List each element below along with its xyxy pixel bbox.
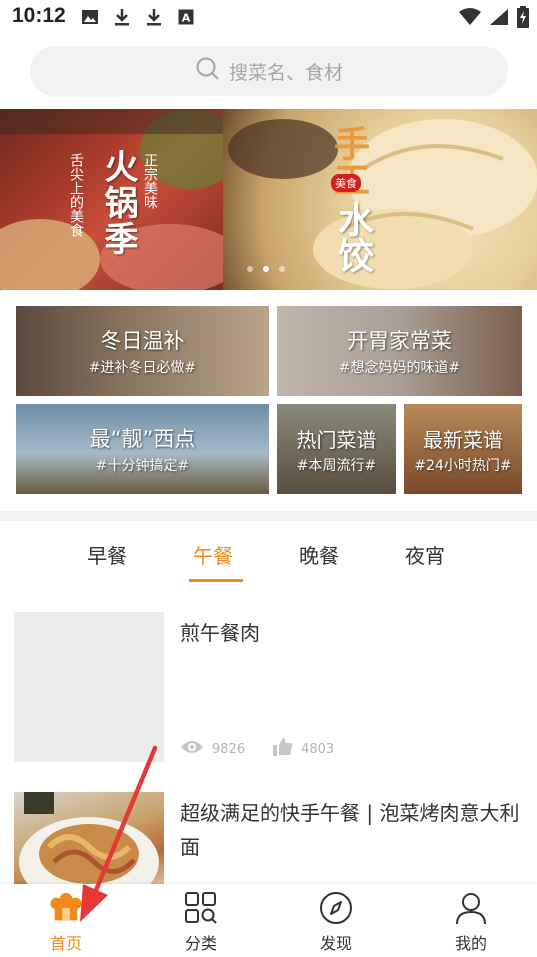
- carousel-dot[interactable]: [247, 266, 253, 272]
- meal-tabs: 早餐 午餐 晚餐 夜宵: [0, 522, 537, 584]
- eye-icon: [180, 739, 204, 759]
- nav-category[interactable]: 分类: [151, 884, 251, 957]
- dumpling-photo: [228, 119, 537, 289]
- tab-breakfast[interactable]: 早餐: [87, 540, 127, 569]
- category-title: 最新菜谱: [423, 427, 503, 452]
- home-chef-hat-icon: [48, 890, 84, 926]
- tab-dinner[interactable]: 晚餐: [299, 540, 339, 569]
- bottom-nav: 首页 分类 发现 我的: [0, 884, 537, 957]
- carousel-dots: [247, 266, 285, 272]
- category-subtitle: #24小时热门#: [414, 457, 512, 474]
- category-title: 开胃家常菜: [347, 329, 452, 353]
- category-title: 最“靓”西点: [89, 427, 196, 451]
- views-count: 9826: [212, 741, 246, 757]
- nav-home[interactable]: 首页: [16, 884, 116, 957]
- nav-label: 我的: [454, 934, 487, 953]
- nav-profile[interactable]: 我的: [421, 884, 521, 957]
- category-tile-winter-tonic[interactable]: 冬日温补 #进补冬日必做#: [16, 306, 269, 396]
- status-time: 10:12: [12, 4, 66, 27]
- download-icon: [144, 7, 164, 27]
- status-bar: 10:12 A: [0, 0, 537, 34]
- user-icon: [453, 890, 489, 926]
- category-subtitle: #本周流行#: [296, 457, 377, 474]
- nav-label: 发现: [319, 934, 352, 953]
- category-subtitle: #进补冬日必做#: [88, 360, 197, 376]
- search-placeholder: 搜菜名、食材: [228, 61, 343, 84]
- search-icon: [195, 56, 221, 86]
- download-icon: [112, 7, 132, 27]
- recipe-thumbnail: [14, 792, 164, 884]
- hotpot-slogan: 舌尖上的美食: [68, 153, 84, 237]
- search-bar[interactable]: 搜菜名、食材: [30, 46, 508, 96]
- dumpling-title-bottom: 水饺: [332, 201, 373, 273]
- recipe-list-item[interactable]: 煎午餐肉 9826 4803: [0, 612, 537, 762]
- compass-icon: [318, 890, 354, 926]
- tab-lunch[interactable]: 午餐: [193, 540, 233, 569]
- nav-label: 首页: [49, 934, 82, 953]
- signal-icon: [489, 8, 509, 30]
- pasta-photo: [19, 792, 159, 884]
- category-tile-western-pastry[interactable]: 最“靓”西点 #十分钟搞定#: [16, 404, 269, 494]
- category-subtitle: #十分钟搞定#: [95, 458, 190, 474]
- image-icon: [80, 7, 100, 27]
- wifi-icon: [459, 8, 481, 30]
- category-subtitle: #想念妈妈的味道#: [338, 360, 461, 376]
- thumbs-up-icon: [273, 738, 293, 760]
- active-tab-indicator: [189, 579, 243, 582]
- category-title: 热门菜谱: [296, 427, 377, 452]
- banner-hotpot[interactable]: 火锅季 正宗美味 舌尖上的美食: [0, 109, 223, 290]
- category-title: 冬日温补: [100, 329, 185, 353]
- recipe-title: 煎午餐肉: [180, 621, 260, 645]
- banner-dumpling[interactable]: 手工 水饺 美食: [223, 109, 537, 290]
- banner-carousel[interactable]: 火锅季 正宗美味 舌尖上的美食 手工 水饺 美食: [0, 109, 537, 290]
- system-icons: [459, 6, 529, 32]
- category-tile-home-dishes[interactable]: 开胃家常菜 #想念妈妈的味道#: [277, 306, 522, 396]
- recipe-list-item[interactable]: 超级满足的快手午餐 | 泡菜烤肉意大利面: [0, 792, 537, 884]
- recipe-thumbnail: [14, 612, 164, 762]
- notification-icons: A: [80, 7, 196, 27]
- recipe-stats: 9826 4803: [180, 738, 362, 760]
- nav-label: 分类: [184, 934, 217, 953]
- carousel-dot-active[interactable]: [263, 266, 269, 272]
- carousel-dot[interactable]: [279, 266, 285, 272]
- category-grid-icon: [183, 890, 219, 926]
- recipe-title: 超级满足的快手午餐 | 泡菜烤肉意大利面: [180, 801, 520, 859]
- category-tile-popular-recipes[interactable]: 热门菜谱 #本周流行#: [277, 404, 396, 494]
- nav-discover[interactable]: 发现: [286, 884, 386, 957]
- dumpling-badge: 美食: [331, 174, 361, 192]
- svg-text:A: A: [182, 12, 191, 25]
- likes-count: 4803: [301, 741, 335, 757]
- battery-charging-icon: [517, 6, 529, 32]
- category-tile-latest-recipes[interactable]: 最新菜谱 #24小时热门#: [404, 404, 522, 494]
- font-icon: A: [176, 7, 196, 27]
- section-divider: [0, 511, 537, 521]
- hotpot-title: 火锅季: [98, 149, 138, 257]
- tab-late-night[interactable]: 夜宵: [405, 540, 445, 569]
- hotpot-subtitle: 正宗美味: [142, 153, 158, 209]
